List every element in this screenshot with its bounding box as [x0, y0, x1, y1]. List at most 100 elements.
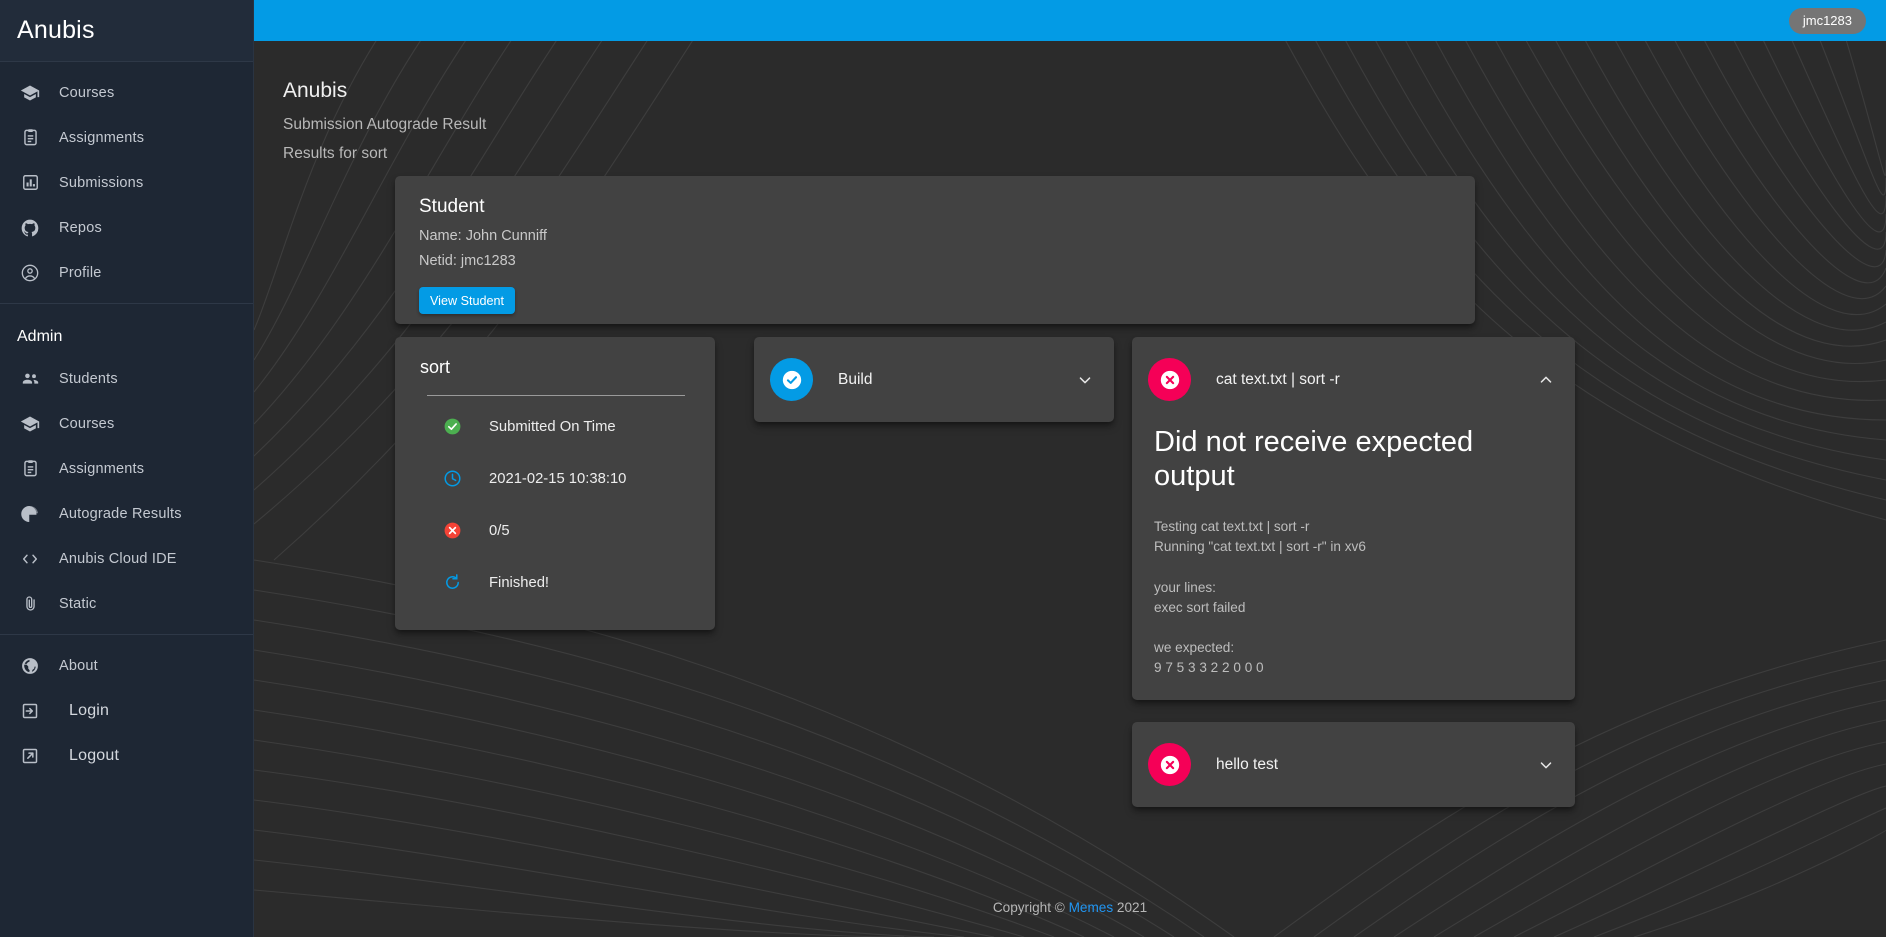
clipboard-icon: [17, 457, 43, 481]
sidebar-item-about[interactable]: About: [0, 643, 253, 688]
student-card-heading: Student: [419, 196, 1451, 218]
sidebar-item-cloud-ide[interactable]: Anubis Cloud IDE: [0, 536, 253, 581]
pie-chart-icon: [17, 502, 43, 526]
student-name: Name: John Cunniff: [419, 228, 1451, 244]
test-accordion-header[interactable]: cat text.txt | sort -r: [1132, 337, 1575, 422]
sidebar-item-students[interactable]: Students: [0, 356, 253, 401]
sidebar-item-logout[interactable]: Logout: [0, 733, 253, 778]
sidebar-item-courses[interactable]: Courses: [0, 70, 253, 115]
sidebar-item-static[interactable]: Static: [0, 581, 253, 626]
summary-row-submitted: Submitted On Time: [417, 405, 693, 448]
sidebar-item-admin-assignments[interactable]: Assignments: [0, 446, 253, 491]
student-card: Student Name: John Cunniff Netid: jmc128…: [395, 176, 1475, 324]
summary-row-text: 2021-02-15 10:38:10: [489, 471, 626, 487]
sidebar-item-label: Courses: [59, 416, 114, 432]
submission-summary-card: sort Submitted On Time 2021-02-15 10:38:…: [395, 337, 715, 630]
sidebar-item-admin-courses[interactable]: Courses: [0, 401, 253, 446]
people-icon: [17, 367, 43, 391]
sidebar-section-admin: Admin: [0, 312, 253, 356]
test-accordion-collapsed: hello test: [1132, 722, 1575, 807]
sidebar-item-label: Courses: [59, 85, 114, 101]
submission-summary-title: sort: [417, 357, 693, 378]
build-accordion: Build: [754, 337, 1114, 422]
memes-link[interactable]: Memes: [1069, 900, 1114, 915]
footer: Copyright © Memes 2021: [254, 877, 1886, 937]
sidebar-item-label: Logout: [69, 747, 119, 765]
test-accordion-title: cat text.txt | sort -r: [1216, 371, 1537, 389]
check-circle-icon: [441, 417, 463, 436]
app-root: Anubis Courses Assignments Submissions: [0, 0, 1886, 937]
top-app-bar: jmc1283: [254, 0, 1886, 41]
sidebar-item-label: Repos: [59, 220, 102, 236]
page-subtitle: Submission Autograde Result: [283, 116, 1886, 134]
test-accordion-body: Did not receive expected output Testing …: [1132, 422, 1575, 700]
student-netid: Netid: jmc1283: [419, 253, 1451, 269]
summary-row-text: 0/5: [489, 523, 510, 539]
sidebar-item-submissions[interactable]: Submissions: [0, 160, 253, 205]
build-accordion-title: Build: [838, 371, 1076, 389]
summary-row-text: Finished!: [489, 575, 549, 591]
summary-row-score: 0/5: [417, 509, 693, 552]
test-result-headline: Did not receive expected output: [1154, 426, 1553, 493]
sidebar-item-label: Static: [59, 596, 96, 612]
sidebar-item-label: Assignments: [59, 461, 144, 477]
build-accordion-header[interactable]: Build: [754, 337, 1114, 422]
sidebar-item-login[interactable]: Login: [0, 688, 253, 733]
chevron-up-icon[interactable]: [1537, 371, 1555, 389]
copyright-year: 2021: [1113, 900, 1147, 915]
x-circle-icon: [441, 521, 463, 540]
clock-icon: [441, 469, 463, 488]
tests-column: cat text.txt | sort -r Did not receive e…: [1132, 337, 1575, 829]
sidebar-item-assignments[interactable]: Assignments: [0, 115, 253, 160]
main-region: jmc1283 Anubis Submission Autograde Resu…: [254, 0, 1886, 937]
copyright-prefix: Copyright ©: [993, 900, 1069, 915]
build-status-avatar: [770, 358, 813, 401]
sidebar-brand: Anubis: [0, 0, 253, 62]
graduation-cap-icon: [17, 412, 43, 436]
divider: [427, 395, 685, 396]
summary-row-text: Submitted On Time: [489, 419, 616, 435]
sidebar-item-label: Assignments: [59, 130, 144, 146]
sidebar-item-repos[interactable]: Repos: [0, 205, 253, 250]
sidebar-item-label: Anubis Cloud IDE: [59, 551, 177, 567]
code-brackets-icon: [17, 547, 43, 571]
test-accordion-header[interactable]: hello test: [1132, 722, 1575, 807]
sidebar-item-label: About: [59, 658, 98, 674]
sidebar-item-label: Submissions: [59, 175, 143, 191]
chevron-down-icon[interactable]: [1537, 756, 1555, 774]
globe-icon: [17, 654, 43, 678]
brand-title: Anubis: [17, 16, 95, 45]
sidebar-bottom-group: About Login Logout: [0, 634, 253, 786]
sidebar-item-label: Autograde Results: [59, 506, 182, 522]
summary-row-state: Finished!: [417, 561, 693, 604]
test-status-avatar: [1148, 743, 1191, 786]
sidebar-item-label: Login: [69, 702, 109, 720]
page-title: Anubis: [283, 79, 1886, 103]
sidebar-item-profile[interactable]: Profile: [0, 250, 253, 295]
sidebar: Anubis Courses Assignments Submissions: [0, 0, 254, 937]
test-result-output: Testing cat text.txt | sort -r Running "…: [1154, 517, 1553, 678]
page-results-for: Results for sort: [283, 145, 1886, 163]
sidebar-item-label: Students: [59, 371, 118, 387]
refresh-icon: [441, 573, 463, 592]
build-column: Build: [754, 337, 1114, 444]
login-icon: [17, 699, 43, 723]
clipboard-icon: [17, 126, 43, 150]
sidebar-main-group: Courses Assignments Submissions Repos: [0, 62, 253, 303]
graduation-cap-icon: [17, 81, 43, 105]
summary-row-timestamp: 2021-02-15 10:38:10: [417, 457, 693, 500]
page-header: Anubis Submission Autograde Result Resul…: [254, 41, 1886, 163]
logout-icon: [17, 744, 43, 768]
copyright-text: Copyright © Memes 2021: [993, 900, 1147, 915]
sidebar-admin-group: Admin Students Courses Assignments: [0, 303, 253, 634]
chevron-down-icon[interactable]: [1076, 371, 1094, 389]
test-accordion-title: hello test: [1216, 756, 1537, 774]
page-content: Anubis Submission Autograde Result Resul…: [254, 41, 1886, 937]
sidebar-item-autograde-results[interactable]: Autograde Results: [0, 491, 253, 536]
user-chip[interactable]: jmc1283: [1789, 8, 1866, 34]
test-status-avatar: [1148, 358, 1191, 401]
view-student-button[interactable]: View Student: [419, 287, 515, 314]
github-icon: [17, 216, 43, 240]
attachment-icon: [17, 592, 43, 616]
account-circle-icon: [17, 261, 43, 285]
